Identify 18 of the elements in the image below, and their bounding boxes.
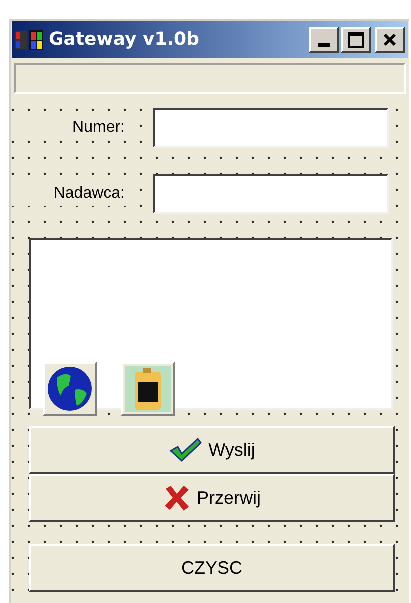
window-title: Gateway v1.0b [49, 28, 200, 52]
input-field[interactable] [153, 108, 389, 148]
close-icon [383, 32, 397, 46]
minimize-button[interactable] [309, 26, 339, 52]
action-button[interactable]: Wyslij [29, 426, 395, 474]
message-area[interactable] [29, 238, 393, 410]
minimize-icon [318, 42, 330, 46]
canister-icon[interactable] [121, 362, 175, 416]
app-icon [15, 28, 45, 50]
input-field[interactable] [153, 174, 389, 214]
maximize-button[interactable] [341, 26, 371, 52]
globe-icon[interactable] [43, 362, 97, 416]
action-button[interactable]: Przerwij [29, 474, 395, 522]
check-icon [168, 437, 203, 463]
cross-icon [162, 484, 191, 512]
maximize-icon [348, 32, 364, 48]
close-button[interactable] [375, 26, 405, 52]
action-button[interactable]: CZYSC [29, 544, 395, 592]
